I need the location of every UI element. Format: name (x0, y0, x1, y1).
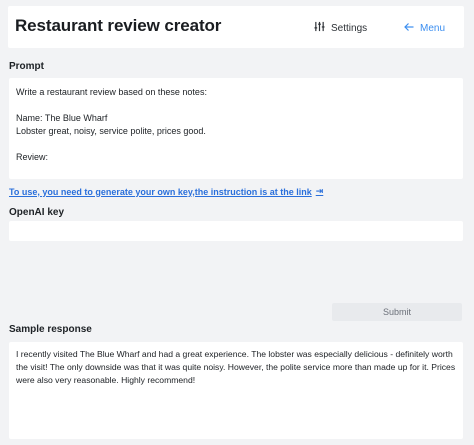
external-link-icon: ⇥ (315, 186, 324, 196)
api-key-instructions-link[interactable]: To use, you need to generate your own ke… (9, 186, 323, 197)
sample-response-text: I recently visited The Blue Wharf and ha… (9, 342, 463, 439)
menu-label: Menu (420, 22, 446, 34)
page-title: Restaurant review creator (15, 16, 222, 35)
settings-label: Settings (331, 22, 368, 34)
sample-response-label: Sample response (9, 324, 92, 335)
arrow-left-icon (404, 22, 414, 35)
submit-button[interactable]: Submit (332, 303, 462, 321)
app-header: Restaurant review creator Settings Menu (8, 6, 464, 48)
sliders-icon (314, 21, 325, 35)
settings-button[interactable]: Settings (314, 19, 367, 37)
menu-button[interactable]: Menu (404, 19, 445, 37)
api-key-link-text: To use, you need to generate your own ke… (9, 186, 312, 197)
openai-key-label: OpenAI key (9, 207, 65, 218)
openai-key-input[interactable] (9, 221, 463, 241)
prompt-textarea[interactable]: Write a restaurant review based on these… (9, 78, 463, 179)
prompt-label: Prompt (9, 61, 44, 72)
